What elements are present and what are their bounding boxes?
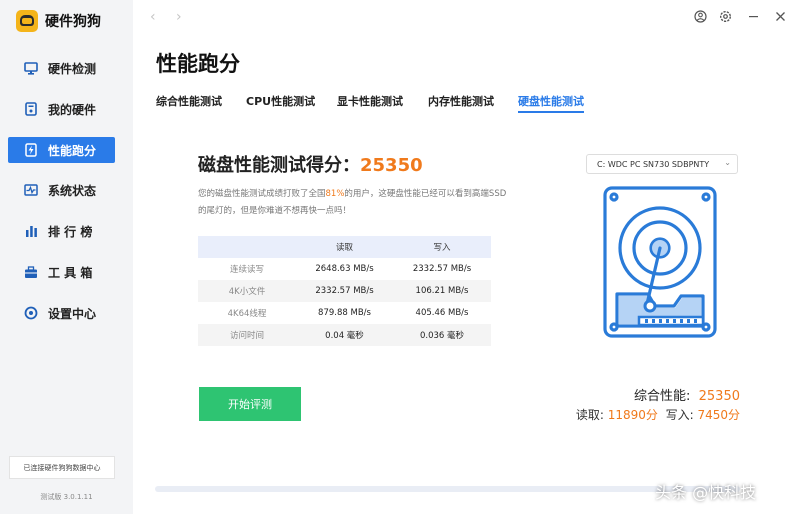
column-header-read: 读取 bbox=[296, 236, 393, 258]
bar-chart-icon bbox=[23, 223, 39, 239]
write-value: 0.036 毫秒 bbox=[393, 324, 491, 346]
table-header-row: 读取 写入 bbox=[198, 236, 491, 258]
sidebar-item-hardware-detect[interactable]: 硬件检测 bbox=[8, 55, 115, 81]
sidebar-item-label: 设置中心 bbox=[48, 306, 97, 321]
table-row: 连续读写 2648.63 MB/s 2332.57 MB/s bbox=[198, 258, 491, 280]
overall-label: 综合性能: bbox=[633, 389, 691, 404]
data-center-status[interactable]: 已连接硬件狗狗数据中心 bbox=[9, 456, 115, 479]
read-value: 879.88 MB/s bbox=[318, 308, 371, 318]
read-label: 读取: bbox=[575, 408, 604, 422]
sidebar-item-toolbox[interactable]: 工 具 箱 bbox=[8, 259, 115, 285]
tab-overall[interactable]: 综合性能测试 bbox=[156, 93, 222, 109]
table-row: 4K64线程 879.88 MB/s 405.46 MB/s bbox=[198, 302, 491, 324]
dog-logo-icon bbox=[16, 10, 38, 32]
disk-score-value: 25350 bbox=[360, 155, 423, 176]
version-label: 测试版 3.0.1.11 bbox=[40, 493, 93, 501]
chevron-down-icon: ⌄ bbox=[724, 158, 731, 167]
sidebar-item-label: 性能跑分 bbox=[48, 143, 97, 158]
disk-score-heading: 磁盘性能测试得分：25350 bbox=[198, 151, 423, 177]
table-row: 访问时间 0.04 毫秒 0.036 毫秒 bbox=[198, 324, 491, 346]
desc-text: 您的磁盘性能测试成绩打败了全国 bbox=[198, 189, 326, 199]
write-value: 106.21 MB/s bbox=[393, 280, 491, 302]
row-label: 访问时间 bbox=[198, 324, 296, 346]
page-title: 性能跑分 bbox=[156, 52, 240, 76]
lightning-icon bbox=[23, 142, 39, 158]
tab-cpu[interactable]: CPU性能测试 bbox=[246, 93, 315, 109]
read-write-scores: 读取: 11890分 写入: 7450分 bbox=[500, 406, 740, 423]
sidebar-item-system-status[interactable]: 系统状态 bbox=[8, 177, 115, 203]
gear-icon[interactable] bbox=[717, 8, 733, 24]
read-value: 2332.57 MB/s bbox=[296, 280, 393, 302]
close-icon[interactable] bbox=[772, 8, 788, 24]
sidebar-item-settings[interactable]: 设置中心 bbox=[8, 300, 115, 326]
sidebar-item-ranking[interactable]: 排 行 榜 bbox=[8, 218, 115, 244]
back-arrow-icon[interactable]: ‹ bbox=[150, 9, 156, 25]
toolbox-icon bbox=[23, 264, 39, 280]
hard-drive-icon bbox=[603, 186, 717, 338]
row-label: 连续读写 bbox=[229, 265, 264, 275]
tab-gpu[interactable]: 显卡性能测试 bbox=[337, 93, 403, 109]
score-description: 您的磁盘性能测试成绩打败了全国81%的用户，这硬盘性能已经可以看到高端SSD的尾… bbox=[198, 186, 508, 220]
benchmark-progress-bar bbox=[155, 486, 740, 492]
results-table: 读取 写入 连续读写 2648.63 MB/s 2332.57 MB/s 4K小… bbox=[198, 236, 491, 346]
start-benchmark-button[interactable]: 开始评测 bbox=[199, 387, 301, 421]
overall-value: 25350 bbox=[698, 389, 740, 404]
write-value: 2332.57 MB/s bbox=[412, 264, 472, 274]
write-label: 写入: bbox=[665, 408, 694, 422]
sidebar-item-label: 我的硬件 bbox=[48, 102, 97, 117]
sidebar: 硬件狗狗 硬件检测 我的硬件 性能跑分 系统状态 排 行 榜 工 具 箱 设置中… bbox=[0, 0, 133, 514]
disk-select[interactable]: C: WDC PC SN730 SDBPNTY ⌄ bbox=[586, 154, 738, 174]
tab-memory[interactable]: 内存性能测试 bbox=[428, 93, 494, 109]
hardware-icon bbox=[23, 101, 39, 117]
sidebar-item-label: 系统状态 bbox=[48, 183, 97, 198]
column-header-write: 写入 bbox=[393, 236, 491, 258]
row-label: 4K小文件 bbox=[198, 280, 296, 302]
read-value: 2648.63 MB/s bbox=[315, 264, 374, 274]
beat-percent: 81% bbox=[325, 189, 345, 199]
row-label: 4K64线程 bbox=[227, 309, 267, 319]
table-row: 4K小文件 2332.57 MB/s 106.21 MB/s bbox=[198, 280, 491, 302]
sidebar-item-benchmark[interactable]: 性能跑分 bbox=[8, 137, 115, 163]
sidebar-item-label: 排 行 榜 bbox=[48, 224, 93, 239]
column-header bbox=[198, 236, 296, 258]
tab-disk[interactable]: 硬盘性能测试 bbox=[518, 93, 584, 113]
monitor-icon bbox=[23, 60, 39, 76]
score-title-label: 磁盘性能测试得分： bbox=[198, 155, 360, 176]
read-score: 11890分 bbox=[607, 408, 658, 422]
app-name: 硬件狗狗 bbox=[45, 14, 101, 30]
brand: 硬件狗狗 bbox=[16, 10, 101, 32]
forward-arrow-icon[interactable]: › bbox=[176, 9, 182, 25]
minimize-icon[interactable] bbox=[745, 8, 761, 24]
pulse-icon bbox=[23, 182, 39, 198]
sidebar-item-label: 硬件检测 bbox=[48, 61, 97, 76]
write-score: 7450分 bbox=[697, 408, 740, 422]
overall-performance: 综合性能: 25350 bbox=[540, 385, 740, 404]
user-icon[interactable] bbox=[692, 8, 708, 24]
settings-icon bbox=[23, 305, 39, 321]
read-value: 0.04 毫秒 bbox=[296, 324, 393, 346]
sidebar-item-label: 工 具 箱 bbox=[48, 265, 93, 280]
disk-select-value: C: WDC PC SN730 SDBPNTY bbox=[597, 159, 710, 169]
sidebar-item-my-hardware[interactable]: 我的硬件 bbox=[8, 96, 115, 122]
write-value: 405.46 MB/s bbox=[415, 308, 469, 318]
watermark: 头条 @快科技 bbox=[655, 483, 757, 502]
